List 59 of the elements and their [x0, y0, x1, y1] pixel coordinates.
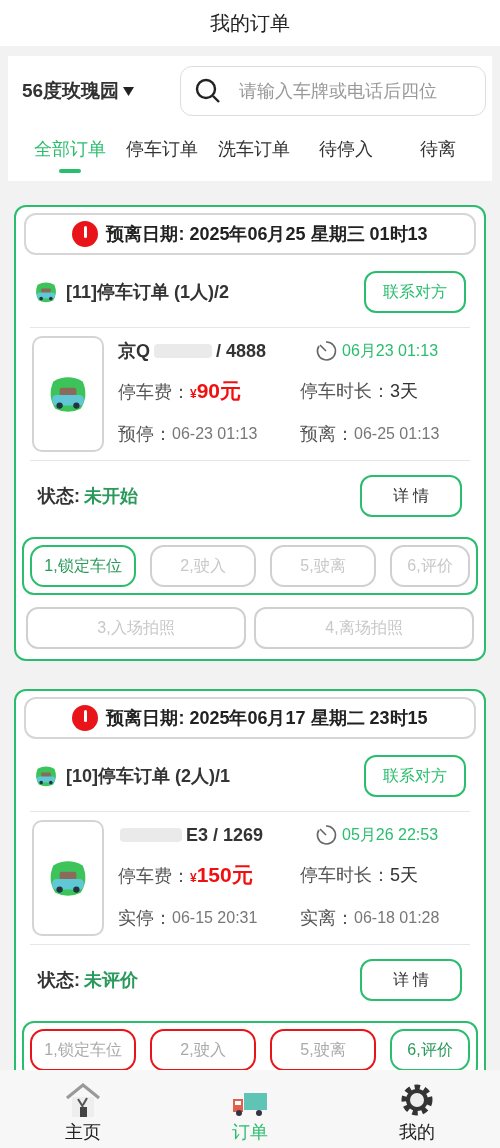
contact-button[interactable]: 联系对方 [364, 755, 466, 797]
truck-icon [232, 1091, 268, 1117]
duration-value: 5天 [390, 863, 418, 887]
nav-tab[interactable]: 主页 [0, 1070, 167, 1148]
leave-date-text: 预离日期: 2025年06月17 星期二 23时15 [106, 706, 428, 730]
start-time: 06-23 01:13 [172, 424, 258, 444]
start-label: 预停： [118, 422, 172, 446]
filter-tab[interactable]: 全部订单 [24, 136, 116, 173]
plate-number-start: 京Q [118, 339, 150, 363]
warning-icon [72, 221, 99, 247]
order-time: 06月23 01:13 [342, 341, 439, 361]
page-title: 我的订单 [210, 11, 290, 36]
nav-tab[interactable]: 我的 [333, 1070, 500, 1148]
duration-label: 停车时长： [300, 863, 390, 887]
filter-tab[interactable]: 停车订单 [116, 136, 208, 173]
search-icon [195, 78, 221, 104]
step-button[interactable]: 1,锁定车位 [30, 545, 136, 587]
location-dropdown[interactable]: 56度玫瑰园 [22, 76, 180, 106]
car-logo-icon [34, 280, 58, 304]
detail-button[interactable]: 详 情 [360, 475, 462, 517]
filter-tab[interactable]: 待停入 [300, 136, 392, 173]
status-label: 状态: [38, 968, 80, 992]
end-time: 06-18 01:28 [354, 908, 440, 928]
duration-value: 3天 [390, 379, 418, 403]
start-label: 实停： [118, 906, 172, 930]
nav-tab[interactable]: 订单 [166, 1070, 334, 1148]
dropdown-caret-icon [123, 86, 135, 96]
detail-button[interactable]: 详 情 [360, 959, 462, 1001]
fee-amount: 150元 [196, 862, 253, 889]
settings-icon [399, 1083, 434, 1117]
order-time: 05月26 22:53 [342, 825, 439, 845]
fee-label: 停车费： [118, 865, 190, 889]
search-input[interactable]: 请输入车牌或电话后四位 [239, 77, 471, 105]
status-label: 状态: [38, 484, 80, 508]
filter-tab[interactable]: 洗车订单 [208, 136, 300, 173]
plate-number: E3 / 1269 [186, 823, 264, 847]
status-value: 未开始 [84, 484, 138, 508]
order-title: [10]停车订单 (2人)/1 [66, 764, 231, 788]
currency-sign: ¥ [190, 871, 197, 888]
order-title: [11]停车订单 (1人)/2 [66, 280, 230, 304]
home-icon [65, 1083, 102, 1117]
duration-label: 停车时长： [300, 379, 390, 403]
currency-sign: ¥ [190, 387, 197, 404]
fee-label: 停车费： [118, 381, 190, 405]
contact-button[interactable]: 联系对方 [364, 271, 466, 313]
timer-icon [314, 339, 338, 363]
filter-tab[interactable]: 待离 [392, 136, 484, 173]
warning-icon [72, 705, 99, 731]
leave-date-text: 预离日期: 2025年06月25 星期三 01时13 [106, 222, 428, 246]
car-logo-icon [34, 764, 58, 788]
end-label: 预离： [300, 422, 354, 446]
fee-amount: 90元 [196, 378, 242, 405]
status-value: 未评价 [84, 968, 138, 992]
end-time: 06-25 01:13 [354, 424, 440, 444]
plate-number: / 4888 [216, 339, 267, 363]
search-field[interactable]: 请输入车牌或电话后四位 [180, 66, 486, 116]
timer-icon [314, 823, 338, 847]
start-time: 06-15 20:31 [172, 908, 258, 928]
end-label: 实离： [300, 906, 354, 930]
